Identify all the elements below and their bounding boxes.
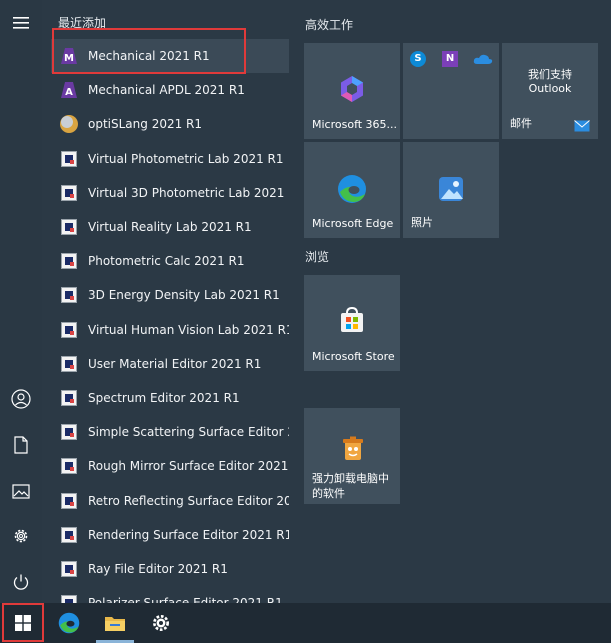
app-list-item[interactable]: Spectrum Editor 2021 R1 bbox=[51, 381, 289, 415]
tile-mail[interactable]: 我们支持 Outlook 邮件 bbox=[502, 43, 598, 139]
app-list-item-label: Polarizer Surface Editor 2021 R1 bbox=[88, 596, 283, 603]
pictures-button[interactable] bbox=[0, 470, 42, 512]
tile-label-photos: 照片 bbox=[411, 216, 433, 229]
tile-label-uninstaller-line-2: 的软件 bbox=[312, 487, 345, 500]
uninstaller-icon bbox=[343, 436, 363, 460]
app-list-item[interactable]: Virtual Photometric Lab 2021 R1 bbox=[51, 142, 289, 176]
app-list-item-label: 3D Energy Density Lab 2021 R1 bbox=[88, 288, 280, 303]
document-icon bbox=[14, 436, 28, 454]
app-list-item-label: optiSLang 2021 R1 bbox=[88, 117, 203, 132]
group-title-browse: 浏览 bbox=[305, 250, 330, 264]
tile-label-microsoft-edge: Microsoft Edge bbox=[312, 217, 394, 230]
start-left-rail bbox=[0, 0, 42, 603]
app-list-item[interactable]: Simple Scattering Surface Editor 2... bbox=[51, 415, 289, 449]
folder-icon bbox=[105, 617, 125, 631]
picture-icon bbox=[12, 483, 30, 499]
optislang-icon bbox=[59, 114, 79, 134]
app-list-item-label: Virtual Reality Lab 2021 R1 bbox=[88, 220, 252, 234]
speos-app-icon bbox=[59, 422, 79, 442]
app-list-item[interactable]: Polarizer Surface Editor 2021 R1 bbox=[51, 586, 289, 603]
app-list-item[interactable]: A Mechanical APDL 2021 R1 bbox=[51, 73, 289, 107]
mail-promo-line-2: Outlook bbox=[528, 82, 572, 95]
app-list-item-label: Spectrum Editor 2021 R1 bbox=[88, 391, 240, 405]
app-list-item[interactable]: Rough Mirror Surface Editor 2021... bbox=[51, 449, 289, 483]
app-list-item-label: Mechanical APDL 2021 R1 bbox=[88, 83, 245, 98]
store-icon bbox=[341, 306, 363, 332]
app-list-item[interactable]: User Material Editor 2021 R1 bbox=[51, 347, 289, 381]
onedrive-icon bbox=[473, 54, 493, 64]
settings-button[interactable] bbox=[0, 515, 42, 557]
taskbar bbox=[0, 603, 611, 643]
app-list-item-label: Rough Mirror Surface Editor 2021... bbox=[88, 459, 289, 474]
mail-icon bbox=[574, 120, 590, 132]
taskbar-settings-button[interactable] bbox=[138, 603, 184, 643]
taskbar-edge-button[interactable] bbox=[46, 603, 92, 643]
tile-microsoft-store[interactable]: Microsoft Store bbox=[304, 275, 400, 371]
app-list-item-label: User Material Editor 2021 R1 bbox=[88, 356, 262, 371]
speos-app-icon bbox=[59, 456, 79, 476]
speos-app-icon bbox=[59, 525, 79, 545]
tile-office-group[interactable]: S N bbox=[403, 43, 499, 139]
speos-app-icon bbox=[59, 183, 79, 203]
app-list-item-label: Virtual 3D Photometric Lab 2021 R1 bbox=[88, 185, 289, 200]
app-list-item-label: Ray File Editor 2021 R1 bbox=[88, 562, 228, 576]
power-icon bbox=[13, 574, 29, 590]
app-list-item[interactable]: 3D Energy Density Lab 2021 R1 bbox=[51, 278, 289, 312]
tile-microsoft-edge[interactable]: Microsoft Edge bbox=[304, 142, 400, 238]
app-list-item-label: Rendering Surface Editor 2021 R1 bbox=[88, 527, 289, 542]
speos-app-icon bbox=[59, 149, 79, 169]
tile-microsoft-365[interactable]: Microsoft 365... bbox=[304, 43, 400, 139]
tile-uninstaller[interactable]: 强力卸载电脑中 的软件 bbox=[304, 408, 400, 504]
onenote-icon: N bbox=[442, 51, 458, 67]
speos-app-icon bbox=[59, 593, 79, 603]
app-list: 最近添加 M Mechanical 2021 R1 A Mechanical APDL… bbox=[42, 0, 298, 603]
app-list-item[interactable]: Rendering Surface Editor 2021 R1 bbox=[51, 518, 289, 552]
apdl-icon: A bbox=[59, 80, 79, 100]
speos-app-icon bbox=[59, 251, 79, 271]
power-button[interactable] bbox=[0, 561, 42, 603]
speos-app-icon bbox=[59, 491, 79, 511]
settings-gear-icon bbox=[153, 615, 169, 631]
user-icon bbox=[11, 389, 31, 409]
app-list-item[interactable]: Virtual Reality Lab 2021 R1 bbox=[51, 210, 289, 244]
highlight-box-mechanical bbox=[52, 28, 246, 74]
speos-app-icon bbox=[59, 320, 79, 340]
speos-app-icon bbox=[59, 217, 79, 237]
mail-promo-line-1: 我们支持 bbox=[528, 68, 572, 81]
documents-button[interactable] bbox=[0, 424, 42, 466]
tile-photos[interactable]: 照片 bbox=[403, 142, 499, 238]
tile-label-mail: 邮件 bbox=[510, 117, 532, 130]
tile-label-microsoft-store: Microsoft Store bbox=[312, 350, 395, 363]
gear-icon bbox=[14, 529, 28, 543]
app-list-item[interactable]: Virtual 3D Photometric Lab 2021 R1 bbox=[51, 176, 289, 210]
photos-icon bbox=[439, 177, 463, 201]
app-list-item-label: Retro Reflecting Surface Editor 20... bbox=[88, 493, 289, 508]
app-list-item-label: Simple Scattering Surface Editor 2... bbox=[88, 425, 289, 440]
svg-text:A: A bbox=[65, 87, 73, 98]
hamburger-icon bbox=[13, 17, 29, 29]
app-list-item[interactable]: Photometric Calc 2021 R1 bbox=[51, 244, 289, 278]
tile-label-microsoft-365: Microsoft 365... bbox=[312, 118, 398, 131]
app-list-item-label: Virtual Photometric Lab 2021 R1 bbox=[88, 151, 284, 166]
speos-app-icon bbox=[59, 559, 79, 579]
app-list-item[interactable]: Virtual Human Vision Lab 2021 R1 bbox=[51, 313, 289, 347]
speos-app-icon bbox=[59, 388, 79, 408]
speos-app-icon bbox=[59, 285, 79, 305]
app-list-item[interactable]: Ray File Editor 2021 R1 bbox=[51, 552, 289, 586]
app-list-item-label: Virtual Human Vision Lab 2021 R1 bbox=[88, 322, 289, 337]
edge-icon bbox=[338, 175, 366, 203]
taskbar-file-explorer-button[interactable] bbox=[92, 603, 138, 643]
edge-taskbar-icon bbox=[58, 612, 80, 634]
app-list-item-label: Photometric Calc 2021 R1 bbox=[88, 254, 245, 269]
app-list-item[interactable]: Retro Reflecting Surface Editor 20... bbox=[51, 484, 289, 518]
user-account-button[interactable] bbox=[0, 378, 42, 420]
tile-label-uninstaller-line-1: 强力卸载电脑中 bbox=[312, 472, 389, 485]
app-list-item[interactable]: optiSLang 2021 R1 bbox=[51, 107, 289, 141]
speos-app-icon bbox=[59, 354, 79, 374]
highlight-box-start-button bbox=[2, 603, 44, 642]
expand-menu-button[interactable] bbox=[0, 2, 42, 44]
group-title-productivity: 高效工作 bbox=[305, 18, 354, 32]
skype-icon: S bbox=[410, 51, 426, 67]
microsoft-365-icon bbox=[341, 76, 363, 102]
